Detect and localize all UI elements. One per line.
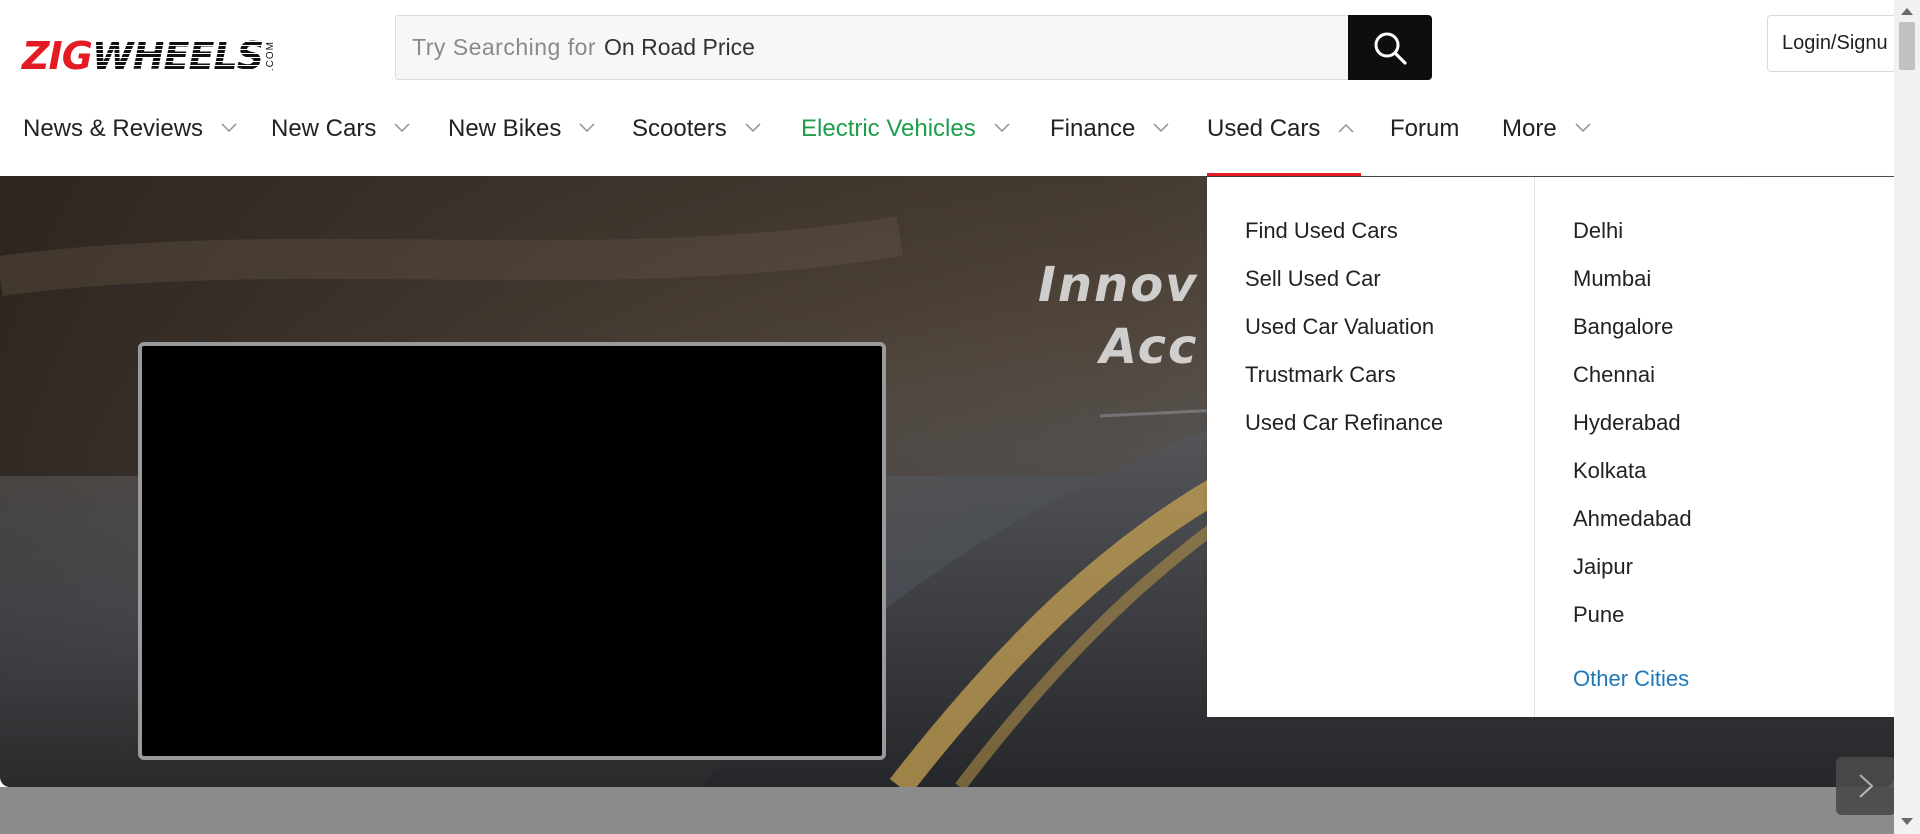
city-link-delhi[interactable]: Delhi <box>1573 207 1894 255</box>
chevron-up-icon <box>1338 123 1354 133</box>
chevron-down-icon <box>745 123 761 133</box>
search-icon <box>1374 32 1407 65</box>
nav-item-forum[interactable]: Forum <box>1390 100 1459 176</box>
nav-item-finance[interactable]: Finance <box>1050 100 1169 176</box>
nav-item-label: News & Reviews <box>23 115 204 142</box>
carousel-next-button[interactable] <box>1836 757 1896 815</box>
chevron-down-icon <box>1575 123 1591 133</box>
nav-item-new-bikes[interactable]: New Bikes <box>448 100 595 176</box>
nav-item-label: Finance <box>1050 115 1136 142</box>
chevron-down-icon <box>221 123 237 133</box>
city-link-jaipur[interactable]: Jaipur <box>1573 543 1894 591</box>
nav-item-new-cars[interactable]: New Cars <box>271 100 410 176</box>
nav-item-label: Used Cars <box>1207 115 1321 142</box>
login-signup-button[interactable]: Login/Signu <box>1767 15 1907 72</box>
nav-item-label: New Bikes <box>448 115 562 142</box>
search-input[interactable]: Try Searching for On Road Price <box>395 15 1348 80</box>
nav-item-news-reviews[interactable]: News & Reviews <box>23 100 237 176</box>
logo-text-black: WHEELS <box>91 34 264 78</box>
logo-suffix: .COM <box>265 40 277 72</box>
city-link-hyderabad[interactable]: Hyderabad <box>1573 399 1894 447</box>
city-link-ahmedabad[interactable]: Ahmedabad <box>1573 495 1894 543</box>
page-scrollbar[interactable] <box>1894 0 1920 834</box>
menu-item-used-car-valuation[interactable]: Used Car Valuation <box>1245 303 1534 351</box>
main-nav: News & Reviews New Cars New Bikes Scoote… <box>0 100 1894 176</box>
menu-item-sell-used-car[interactable]: Sell Used Car <box>1245 255 1534 303</box>
city-link-kolkata[interactable]: Kolkata <box>1573 447 1894 495</box>
city-link-bangalore[interactable]: Bangalore <box>1573 303 1894 351</box>
search-button[interactable] <box>1348 15 1432 80</box>
nav-item-label: Electric Vehicles <box>801 115 976 142</box>
content-strip <box>0 787 1894 834</box>
zigwheels-logo[interactable]: ZIG WHEELS .COM <box>22 34 304 78</box>
hero-tagline: Innov Acc <box>1038 257 1199 375</box>
chevron-down-icon <box>579 123 595 133</box>
menu-item-trustmark-cars[interactable]: Trustmark Cars <box>1245 351 1534 399</box>
search-prefix-text: Try Searching for <box>412 34 597 60</box>
other-cities-link[interactable]: Other Cities <box>1573 655 1894 703</box>
scrollbar-thumb[interactable] <box>1899 22 1915 70</box>
nav-item-label: Forum <box>1390 115 1460 142</box>
nav-item-label: More <box>1502 115 1557 142</box>
menu-item-used-car-refinance[interactable]: Used Car Refinance <box>1245 399 1534 447</box>
chevron-down-icon <box>994 123 1010 133</box>
logo-text-red: ZIG <box>22 34 93 78</box>
used-cars-links: Find Used Cars Sell Used Car Used Car Va… <box>1207 177 1535 717</box>
chevron-down-icon <box>394 123 410 133</box>
scroll-up-arrow-icon[interactable] <box>1901 8 1913 15</box>
site-header: ZIG WHEELS .COM Try Searching for On Roa… <box>0 0 1907 177</box>
used-cars-cities: Delhi Mumbai Bangalore Chennai Hyderabad… <box>1535 177 1894 717</box>
city-link-mumbai[interactable]: Mumbai <box>1573 255 1894 303</box>
chevron-right-icon <box>1859 774 1874 798</box>
video-player[interactable] <box>138 342 886 760</box>
scroll-down-arrow-icon[interactable] <box>1901 818 1913 825</box>
nav-item-used-cars[interactable]: Used Cars <box>1207 100 1354 176</box>
city-link-chennai[interactable]: Chennai <box>1573 351 1894 399</box>
nav-item-electric-vehicles[interactable]: Electric Vehicles <box>801 100 1010 176</box>
nav-item-label: Scooters <box>632 115 727 142</box>
search-suggestion-text: On Road Price <box>604 34 755 60</box>
chevron-down-icon <box>1153 123 1169 133</box>
used-cars-dropdown: Find Used Cars Sell Used Car Used Car Va… <box>1207 177 1894 717</box>
page: ZIG WHEELS .COM Try Searching for On Roa… <box>0 0 1920 834</box>
nav-item-more[interactable]: More <box>1502 100 1591 176</box>
city-link-pune[interactable]: Pune <box>1573 591 1894 639</box>
menu-item-find-used-cars[interactable]: Find Used Cars <box>1245 207 1534 255</box>
search-bar: Try Searching for On Road Price <box>395 15 1432 80</box>
nav-item-label: New Cars <box>271 115 377 142</box>
nav-item-scooters[interactable]: Scooters <box>632 100 761 176</box>
